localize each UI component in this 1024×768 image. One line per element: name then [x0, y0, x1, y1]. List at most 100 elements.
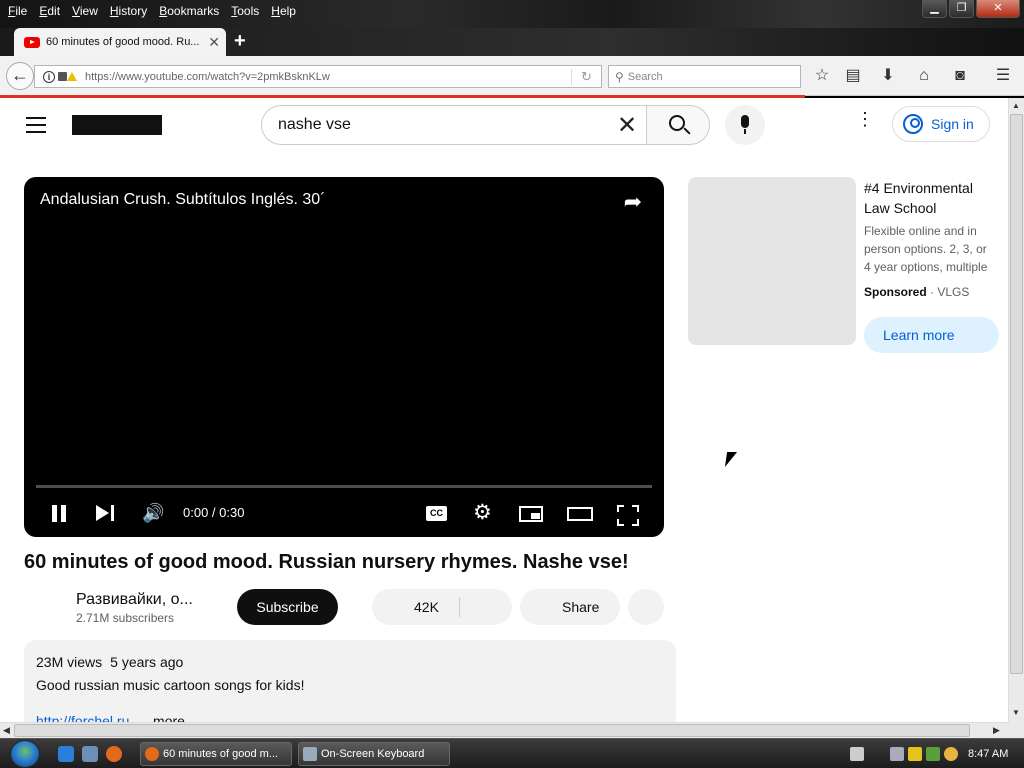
ad-description: Flexible online and in person options. 2…: [864, 224, 988, 274]
menu-icon[interactable]: ☰: [993, 66, 1013, 86]
search-tray-icon[interactable]: [944, 747, 958, 761]
horizontal-scrollbar[interactable]: ◀ ▶: [0, 722, 1008, 738]
download-icon[interactable]: ⬇: [878, 66, 898, 86]
info-icon[interactable]: i: [43, 70, 55, 83]
like-count: 42K: [414, 599, 439, 615]
star-icon[interactable]: ☆: [812, 66, 832, 86]
reload-icon[interactable]: ↻: [571, 68, 601, 85]
firefox-icon[interactable]: [106, 746, 122, 762]
ad-thumbnail[interactable]: [688, 177, 856, 345]
tab-youtube[interactable]: 60 minutes of good mood. Ru... ✕: [14, 28, 226, 56]
mic-icon: [741, 115, 749, 128]
reading-list-icon[interactable]: ▤: [843, 66, 863, 86]
vertical-scrollbar[interactable]: ▲ ▼: [1008, 98, 1024, 722]
progress-bar[interactable]: [36, 485, 652, 488]
show-more-link[interactable]: ...more: [141, 713, 185, 722]
security-shield-icon[interactable]: [908, 747, 922, 761]
theater-mode-icon[interactable]: [567, 499, 593, 527]
home-icon[interactable]: ⌂: [914, 66, 934, 86]
pause-button[interactable]: [50, 499, 70, 527]
taskbar-keyboard-window[interactable]: On-Screen Keyboard: [298, 742, 450, 766]
scroll-left-icon[interactable]: ◀: [3, 725, 10, 736]
menu-bar: File Edit View History Bookmarks Tools H…: [2, 2, 302, 20]
description-box[interactable]: 23M views 5 years ago Good russian music …: [24, 640, 676, 722]
show-desktop-icon[interactable]: [82, 746, 98, 762]
tab-strip: 60 minutes of good mood. Ru... ✕ +: [0, 28, 1024, 56]
ad-meta: Sponsored · VLGS: [864, 285, 970, 299]
back-button[interactable]: ←: [6, 62, 34, 90]
window-controls: ▁ ❐ ✕: [922, 0, 1020, 18]
description-link[interactable]: http://forchel.ru: [36, 713, 129, 722]
tab-close-icon[interactable]: ✕: [208, 34, 220, 51]
youtube-favicon-icon: [24, 36, 40, 48]
channel-avatar[interactable]: [24, 588, 64, 628]
menu-file[interactable]: File: [2, 2, 33, 20]
sponsored-label: Sponsored: [864, 285, 927, 299]
horizontal-scroll-thumb[interactable]: [14, 724, 970, 737]
upload-age: 5 years ago: [110, 654, 184, 670]
minimize-button[interactable]: ▁: [922, 0, 947, 18]
share-icon[interactable]: ➦: [624, 189, 642, 215]
scroll-right-icon[interactable]: ▶: [993, 725, 1000, 736]
youtube-search-input[interactable]: nashe vse ✕: [261, 105, 647, 145]
new-tab-button[interactable]: +: [234, 30, 246, 53]
keyboard-icon: [303, 747, 317, 761]
clear-search-icon[interactable]: ✕: [607, 111, 647, 140]
network-icon[interactable]: [926, 747, 940, 761]
close-window-button[interactable]: ✕: [976, 0, 1020, 18]
voice-search-button[interactable]: [725, 105, 765, 145]
url-text[interactable]: https://www.youtube.com/watch?v=2pmkBskn…: [85, 71, 571, 83]
video-player[interactable]: Andalusian Crush. Subtítulos Inglés. 30´…: [24, 177, 664, 537]
guide-menu-icon[interactable]: [26, 117, 46, 138]
view-count: 23M views: [36, 654, 103, 670]
menu-history[interactable]: History: [104, 2, 153, 20]
description-link-row: http://forchel.ru ...more: [36, 713, 664, 722]
fullscreen-icon[interactable]: [617, 499, 639, 527]
menu-bookmarks[interactable]: Bookmarks: [153, 2, 225, 20]
more-actions-button[interactable]: [628, 589, 664, 625]
settings-gear-icon[interactable]: ⚙: [473, 499, 495, 527]
subtitles-button[interactable]: CC: [426, 499, 448, 527]
description-text: Good russian music cartoon songs for kid…: [36, 677, 305, 693]
subscriber-count: 2.71M subscribers: [76, 611, 175, 625]
search-button[interactable]: [646, 105, 710, 145]
vertical-scroll-thumb[interactable]: [1010, 114, 1023, 674]
monitor-tray-icon[interactable]: [890, 747, 904, 761]
learn-more-button[interactable]: Learn more: [864, 317, 999, 353]
volume-icon[interactable]: 🔊: [142, 499, 166, 527]
share-button[interactable]: Share: [520, 589, 620, 625]
subscribe-button[interactable]: Subscribe: [237, 589, 338, 625]
url-bar[interactable]: i https://www.youtube.com/watch?v=2pmkBs…: [34, 65, 602, 88]
like-button[interactable]: 42K: [372, 589, 512, 625]
miniplayer-icon[interactable]: [519, 499, 543, 527]
taskbar-firefox-window[interactable]: 60 minutes of good m...: [140, 742, 292, 766]
menu-view[interactable]: View: [66, 2, 104, 20]
pocket-icon[interactable]: ◙: [950, 66, 970, 86]
youtube-logo[interactable]: [72, 115, 162, 135]
sign-in-label: Sign in: [931, 116, 974, 132]
browser-search-input[interactable]: ⚲ Search: [608, 65, 801, 88]
keyboard-tray-icon[interactable]: [850, 747, 864, 761]
ad-title[interactable]: #4 Environmental Law School: [864, 178, 994, 218]
scrollbar-corner: [1008, 722, 1024, 738]
player-title[interactable]: Andalusian Crush. Subtítulos Inglés. 30´: [40, 191, 326, 209]
start-button[interactable]: [10, 740, 40, 768]
account-icon: [903, 114, 923, 134]
ad-advertiser: VLGS: [937, 285, 970, 299]
search-query[interactable]: nashe vse: [278, 116, 607, 134]
menu-tools[interactable]: Tools: [225, 2, 265, 20]
channel-name[interactable]: Развивайки, о...: [76, 591, 193, 609]
clock[interactable]: 8:47 AM: [968, 739, 1008, 768]
video-title: 60 minutes of good mood. Russian nursery…: [24, 551, 629, 573]
menu-help[interactable]: Help: [265, 2, 302, 20]
next-button[interactable]: [96, 499, 118, 527]
more-options-icon[interactable]: ⋮: [856, 110, 874, 128]
scroll-up-icon[interactable]: ▲: [1012, 101, 1020, 110]
ie-icon[interactable]: [58, 746, 74, 762]
window-titlebar: File Edit View History Bookmarks Tools H…: [0, 0, 1024, 28]
search-placeholder: Search: [627, 70, 663, 83]
scroll-down-icon[interactable]: ▼: [1012, 708, 1020, 717]
sign-in-button[interactable]: Sign in: [892, 106, 990, 142]
menu-edit[interactable]: Edit: [33, 2, 66, 20]
restore-button[interactable]: ❐: [949, 0, 974, 18]
